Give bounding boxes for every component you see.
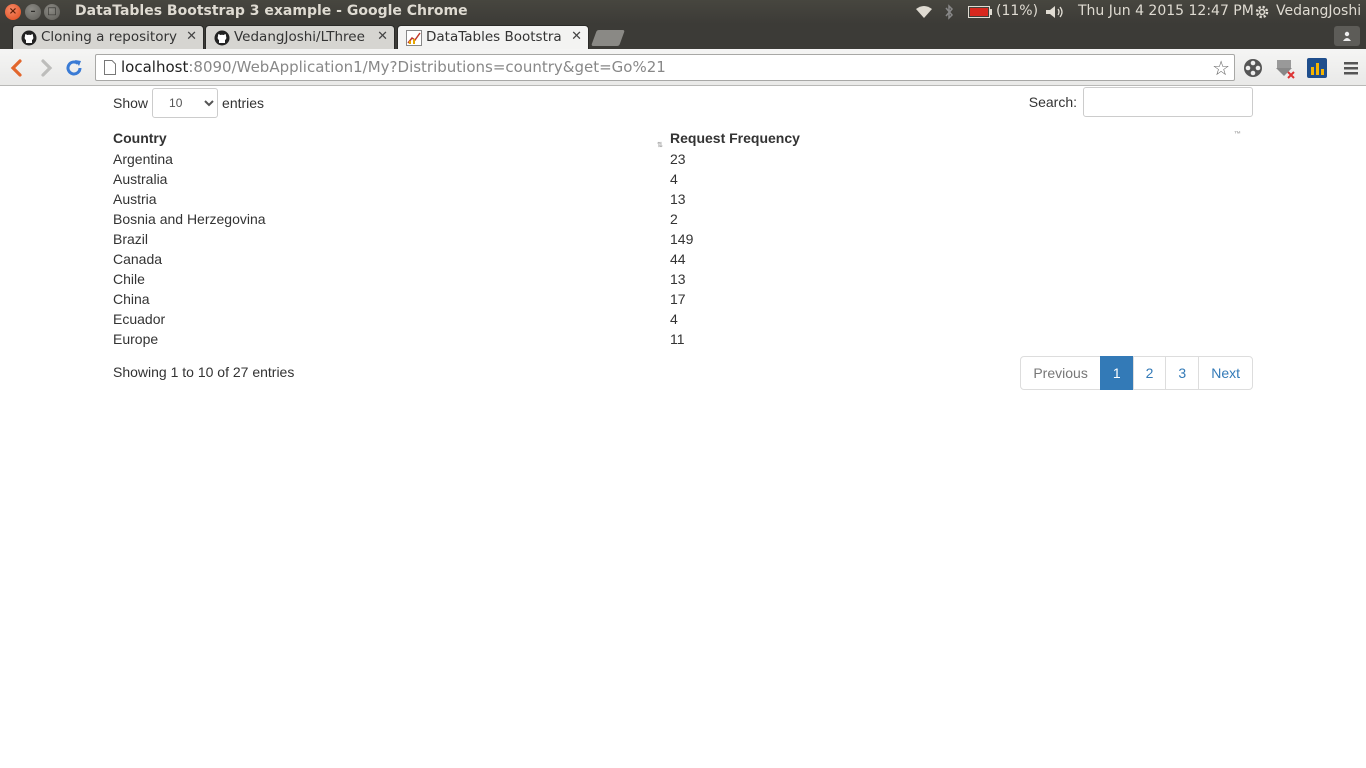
- analytics-extension-icon[interactable]: [1306, 57, 1328, 79]
- next-page-button[interactable]: Next: [1198, 356, 1253, 390]
- page-button-1[interactable]: 1: [1099, 356, 1134, 390]
- system-settings-icon[interactable]: [1254, 4, 1270, 20]
- search-label: Search:: [1028, 94, 1077, 110]
- bookmark-star-icon[interactable]: ☆: [1212, 56, 1230, 81]
- country-cell: Argentina: [113, 151, 173, 167]
- table-row: Canada 44: [113, 249, 1253, 269]
- entries-length-control: Show 10 entries: [113, 88, 264, 118]
- country-cell: Australia: [113, 171, 168, 187]
- clock[interactable]: Thu Jun 4 2015 12:47 PM: [1078, 3, 1254, 21]
- profile-button[interactable]: [1334, 26, 1360, 46]
- table-row: Argentina 23: [113, 149, 1253, 169]
- frequency-cell: 149: [670, 231, 694, 247]
- pagination: Previous 1 2 3 Next: [1020, 356, 1253, 390]
- column-header-request-frequency[interactable]: Request Frequency ™: [670, 127, 1253, 149]
- window-titlebar: × – □ DataTables Bootstrap 3 example - G…: [0, 0, 1366, 24]
- github-icon: [214, 30, 230, 46]
- tab-cloning-repository[interactable]: Cloning a repository ✕: [12, 25, 204, 49]
- battery-icon[interactable]: [968, 6, 992, 18]
- search-input[interactable]: [1083, 87, 1253, 117]
- data-table: Country ⇅ Request Frequency ™ Argentina 2…: [113, 127, 1253, 349]
- tab-label: DataTables Bootstra: [426, 29, 562, 45]
- tab-strip: Cloning a repository ✕ VedangJoshi/LThre…: [0, 24, 1366, 49]
- previous-page-button[interactable]: Previous: [1020, 356, 1101, 390]
- country-cell: Bosnia and Herzegovina: [113, 211, 266, 227]
- sort-indicator-icon: ⇅: [657, 142, 663, 149]
- frequency-cell: 4: [670, 311, 678, 327]
- table-row: Europe 11: [113, 329, 1253, 349]
- url-host: localhost: [121, 58, 189, 76]
- table-row: Bosnia and Herzegovina 2: [113, 209, 1253, 229]
- table-body: Argentina 23 Australia 4 Austria 13 Bosnia and…: [113, 149, 1253, 349]
- country-cell: Ecuador: [113, 311, 166, 327]
- window-maximize-button[interactable]: □: [44, 4, 60, 20]
- table-row: China 17: [113, 289, 1253, 309]
- table-row: Austria 13: [113, 189, 1253, 209]
- bluetooth-icon[interactable]: [943, 4, 955, 20]
- tab-datatables-bootstrap[interactable]: DataTables Bootstra ✕: [397, 25, 589, 49]
- table-header-row: Country ⇅ Request Frequency ™: [113, 127, 1253, 149]
- tab-close-icon[interactable]: ✕: [186, 29, 197, 44]
- tab-label: Cloning a repository: [41, 29, 177, 45]
- frequency-cell: 2: [670, 211, 678, 227]
- browser-toolbar: localhost:8090/WebApplication1/My?Distri…: [0, 49, 1366, 86]
- frequency-cell: 17: [670, 291, 686, 307]
- url-path: :8090/WebApplication1/My?Distributions=c…: [188, 58, 666, 76]
- window-title: DataTables Bootstrap 3 example - Google …: [75, 3, 468, 19]
- search-filter: Search:: [1029, 87, 1253, 117]
- page-button-3[interactable]: 3: [1165, 356, 1200, 390]
- page-content: Show 10 entries Search: Country ⇅ Reques…: [0, 87, 1366, 768]
- wifi-icon[interactable]: [914, 5, 934, 19]
- back-icon[interactable]: [6, 57, 28, 79]
- forward-icon[interactable]: [35, 57, 57, 79]
- user-name[interactable]: VedangJoshi: [1276, 3, 1361, 21]
- window-minimize-button[interactable]: –: [25, 4, 41, 20]
- address-bar[interactable]: localhost:8090/WebApplication1/My?Distri…: [95, 54, 1235, 81]
- table-row: Ecuador 4: [113, 309, 1253, 329]
- table-row: Chile 13: [113, 269, 1253, 289]
- column-header-country[interactable]: Country ⇅: [113, 127, 670, 149]
- country-cell: Brazil: [113, 231, 149, 247]
- page-icon: [104, 60, 116, 75]
- new-tab-button[interactable]: [591, 30, 625, 46]
- frequency-cell: 4: [670, 171, 678, 187]
- frequency-cell: 11: [670, 331, 685, 347]
- frequency-cell: 23: [670, 151, 686, 167]
- reload-icon[interactable]: [63, 57, 85, 79]
- frequency-cell: 13: [670, 271, 686, 287]
- download-extension-icon[interactable]: [1274, 57, 1296, 79]
- entries-per-page-select[interactable]: 10: [152, 88, 219, 118]
- country-cell: Austria: [113, 191, 157, 207]
- table-row: Brazil 149: [113, 229, 1253, 249]
- page-button-2[interactable]: 2: [1132, 356, 1167, 390]
- country-cell: Chile: [113, 271, 145, 287]
- frequency-cell: 44: [670, 251, 686, 267]
- country-cell: Canada: [113, 251, 163, 267]
- chart-icon: [406, 30, 422, 46]
- tab-close-icon[interactable]: ✕: [377, 29, 388, 44]
- frequency-cell: 13: [670, 191, 686, 207]
- length-label-after: entries: [222, 95, 265, 111]
- menu-icon[interactable]: [1340, 57, 1362, 79]
- tab-vedangjoshi-lthree[interactable]: VedangJoshi/LThree ✕: [205, 25, 395, 49]
- sort-indicator-icon: ™: [1234, 131, 1241, 138]
- film-reel-extension-icon[interactable]: [1242, 57, 1264, 79]
- length-label-before: Show: [113, 95, 149, 111]
- country-cell: China: [113, 291, 150, 307]
- person-icon: [1343, 31, 1351, 41]
- volume-icon[interactable]: [1045, 5, 1065, 19]
- tab-close-icon[interactable]: ✕: [571, 29, 582, 44]
- country-cell: Europe: [113, 331, 159, 347]
- window-close-button[interactable]: ×: [5, 4, 21, 20]
- tab-label: VedangJoshi/LThree: [234, 29, 365, 45]
- table-row: Australia 4: [113, 169, 1253, 189]
- url-text: localhost:8090/WebApplication1/My?Distri…: [121, 58, 666, 76]
- github-icon: [21, 30, 37, 46]
- table-info: Showing 1 to 10 of 27 entries: [113, 364, 295, 380]
- battery-percent: (11%): [996, 3, 1039, 19]
